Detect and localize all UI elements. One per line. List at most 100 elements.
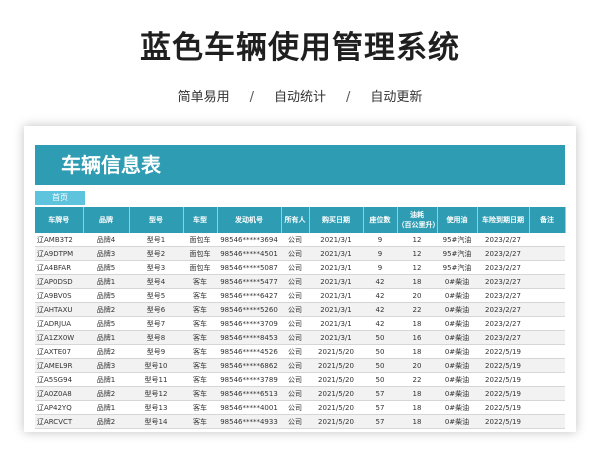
table-cell[interactable]: 公司 [281, 330, 309, 345]
table-cell[interactable]: 18 [397, 274, 437, 289]
column-header[interactable]: 发动机号 [217, 207, 282, 233]
table-cell[interactable] [529, 233, 565, 247]
column-header[interactable]: 所有人 [281, 207, 310, 233]
table-cell[interactable]: 18 [397, 344, 437, 359]
table-cell[interactable]: 辽A1ZX0W [35, 330, 83, 345]
table-cell[interactable]: 98546*****5477 [217, 274, 281, 289]
table-cell[interactable] [529, 260, 565, 275]
table-cell[interactable]: 98546*****4001 [217, 400, 281, 415]
table-cell[interactable]: 品牌1 [83, 372, 129, 387]
table-cell[interactable]: 2023/2/27 [477, 260, 529, 275]
table-cell[interactable]: 公司 [281, 372, 309, 387]
table-cell[interactable]: 公司 [281, 316, 309, 331]
table-cell[interactable]: 12 [397, 233, 437, 247]
table-row[interactable]: 辽A9DTPM 品牌3 型号2 面包车 98546*****4501 公司 2021/3/1… [35, 246, 565, 261]
table-cell[interactable]: 辽A0Z0A8 [35, 386, 83, 401]
table-cell[interactable]: 9 [363, 233, 397, 247]
table-row[interactable]: 辽AHTAXU 品牌2 型号6 客车 98546*****5260 公司 2021/3/1 4… [35, 302, 565, 317]
home-tab-button[interactable]: 首页 [35, 191, 85, 205]
table-cell[interactable]: 2021/3/1 [309, 246, 363, 261]
table-cell[interactable]: 2023/2/27 [477, 274, 529, 289]
table-cell[interactable]: 12 [397, 260, 437, 275]
table-cell[interactable]: 客车 [183, 288, 217, 303]
table-cell[interactable]: 客车 [183, 386, 217, 401]
table-cell[interactable] [529, 246, 565, 261]
table-cell[interactable]: 辽ARCVCT [35, 414, 83, 429]
table-cell[interactable]: 客车 [183, 302, 217, 317]
table-cell[interactable]: 42 [363, 302, 397, 317]
table-cell[interactable]: 型号12 [129, 386, 183, 401]
table-cell[interactable]: 0#柴油 [437, 316, 477, 331]
table-cell[interactable]: 50 [363, 358, 397, 373]
table-cell[interactable]: 品牌2 [83, 344, 129, 359]
table-cell[interactable]: 98546*****4526 [217, 344, 281, 359]
table-cell[interactable]: 型号3 [129, 260, 183, 275]
table-cell[interactable]: 品牌2 [83, 302, 129, 317]
table-row[interactable]: 辽AP0DSD 品牌1 型号4 客车 98546*****5477 公司 2021/3/1 4… [35, 274, 565, 289]
column-header[interactable]: 车险到期日期 [477, 207, 530, 233]
table-cell[interactable]: 型号6 [129, 302, 183, 317]
table-cell[interactable]: 品牌1 [83, 400, 129, 415]
table-cell[interactable]: 面包车 [183, 246, 217, 261]
table-row[interactable]: 辽AXTE07 品牌2 型号9 客车 98546*****4526 公司 2021/5/20… [35, 344, 565, 359]
column-header[interactable]: 品牌 [83, 207, 130, 233]
table-cell[interactable]: 辽AMB3T2 [35, 233, 83, 247]
table-cell[interactable]: 98546*****4933 [217, 414, 281, 429]
table-row[interactable]: 辽AP42YQ 品牌1 型号13 客车 98546*****4001 公司 2021/5/2… [35, 400, 565, 415]
table-cell[interactable]: 0#柴油 [437, 302, 477, 317]
table-cell[interactable]: 57 [363, 414, 397, 429]
table-cell[interactable]: 0#柴油 [437, 400, 477, 415]
column-header[interactable]: 购买日期 [309, 207, 364, 233]
table-cell[interactable]: 型号7 [129, 316, 183, 331]
table-cell[interactable]: 客车 [183, 400, 217, 415]
table-cell[interactable]: 22 [397, 372, 437, 387]
table-cell[interactable]: 2021/3/1 [309, 288, 363, 303]
table-cell[interactable]: 2023/2/27 [477, 246, 529, 261]
table-cell[interactable]: 客车 [183, 330, 217, 345]
table-cell[interactable]: 2021/5/20 [309, 386, 363, 401]
table-cell[interactable]: 公司 [281, 358, 309, 373]
table-cell[interactable]: 2023/2/27 [477, 302, 529, 317]
table-row[interactable]: 辽ARCVCT 品牌2 型号14 客车 98546*****4933 公司 2021/5/2… [35, 414, 565, 429]
table-cell[interactable]: 57 [363, 386, 397, 401]
table-cell[interactable]: 公司 [281, 233, 309, 247]
table-cell[interactable]: 辽AP42YQ [35, 400, 83, 415]
table-cell[interactable]: 2021/5/20 [309, 414, 363, 429]
table-cell[interactable]: 2023/2/27 [477, 330, 529, 345]
table-cell[interactable] [529, 372, 565, 387]
table-row[interactable]: 辽A5SG94 品牌1 型号11 客车 98546*****3789 公司 2021/5/2… [35, 372, 565, 387]
table-cell[interactable]: 20 [397, 358, 437, 373]
column-header[interactable]: 油耗 （百公里升） [397, 207, 440, 233]
table-cell[interactable]: 2021/3/1 [309, 274, 363, 289]
table-cell[interactable]: 2021/5/20 [309, 344, 363, 359]
table-cell[interactable]: 95#汽油 [437, 246, 477, 261]
table-cell[interactable]: 50 [363, 344, 397, 359]
table-row[interactable]: 辽A4BFAR 品牌5 型号3 面包车 98546*****5087 公司 2021/3/1… [35, 260, 565, 275]
table-cell[interactable]: 98546*****6513 [217, 386, 281, 401]
table-cell[interactable]: 辽AHTAXU [35, 302, 83, 317]
table-cell[interactable]: 20 [397, 288, 437, 303]
table-cell[interactable]: 57 [363, 400, 397, 415]
table-cell[interactable]: 型号9 [129, 344, 183, 359]
table-cell[interactable]: 公司 [281, 386, 309, 401]
table-cell[interactable] [529, 386, 565, 401]
table-cell[interactable]: 18 [397, 414, 437, 429]
table-cell[interactable]: 2022/5/19 [477, 372, 529, 387]
table-cell[interactable]: 公司 [281, 400, 309, 415]
table-cell[interactable] [529, 302, 565, 317]
table-cell[interactable]: 公司 [281, 414, 309, 429]
table-cell[interactable]: 品牌1 [83, 330, 129, 345]
table-cell[interactable] [529, 358, 565, 373]
table-cell[interactable]: 客车 [183, 316, 217, 331]
table-cell[interactable]: 公司 [281, 302, 309, 317]
table-cell[interactable] [529, 288, 565, 303]
table-row[interactable]: 辽A1ZX0W 品牌1 型号8 客车 98546*****8453 公司 2021/3/1 5… [35, 330, 565, 345]
column-header[interactable]: 使用油 [437, 207, 478, 233]
table-cell[interactable]: 品牌2 [83, 386, 129, 401]
table-cell[interactable]: 98546*****3709 [217, 316, 281, 331]
table-cell[interactable] [529, 330, 565, 345]
column-header[interactable]: 备注 [529, 207, 566, 233]
table-cell[interactable]: 0#柴油 [437, 386, 477, 401]
table-row[interactable]: 辽AMB3T2 品牌4 型号1 面包车 98546*****3694 公司 2021/3/1… [35, 233, 565, 247]
table-cell[interactable]: 品牌5 [83, 260, 129, 275]
